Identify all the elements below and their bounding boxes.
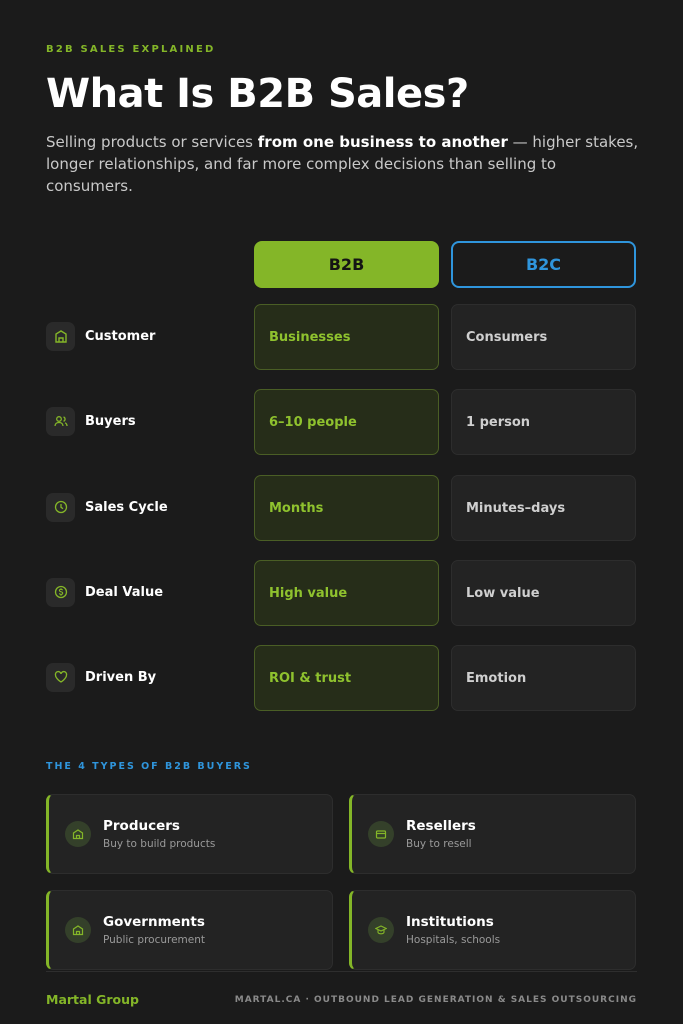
row-label-text: Customer [85, 328, 156, 344]
graduation-cap-icon [368, 917, 394, 943]
row-label-sales-cycle: Sales Cycle [46, 492, 246, 522]
card-subtitle: Public procurement [103, 934, 206, 946]
buyer-type-card-governments: Governments Public procurement [46, 890, 333, 970]
coin-icon [46, 577, 75, 607]
brand-name: Martal Group [46, 992, 139, 1007]
row-label-driven-by: Driven By [46, 662, 246, 692]
row-label-text: Driven By [85, 669, 157, 685]
page-title: What Is B2B Sales? [46, 71, 469, 117]
row-label-customer: Customer [46, 321, 246, 351]
footer-tagline: MARTAL.CA · OUTBOUND LEAD GENERATION & S… [234, 995, 637, 1005]
cell-b2c-sales-cycle: Minutes–days [451, 475, 636, 541]
cell-b2c-deal-value: Low value [451, 560, 636, 626]
card-title: Producers [103, 818, 180, 834]
government-icon [65, 917, 91, 943]
card-title: Resellers [406, 818, 476, 834]
cell-b2b-driven-by: ROI & trust [254, 645, 439, 711]
cell-b2c-buyers: 1 person [451, 389, 636, 455]
card-subtitle: Buy to resell [406, 838, 472, 850]
card-title: Governments [103, 914, 205, 930]
cell-b2c-driven-by: Emotion [451, 645, 636, 711]
building-icon [46, 321, 75, 351]
heart-icon [46, 662, 75, 692]
cell-b2c-customer: Consumers [451, 304, 636, 370]
row-label-text: Sales Cycle [85, 499, 168, 515]
types-heading: THE 4 TYPES OF B2B BUYERS [46, 761, 252, 772]
row-label-buyers: Buyers [46, 406, 246, 436]
column-header-b2c: B2C [451, 241, 636, 288]
column-header-b2b: B2B [254, 241, 439, 288]
subtitle-bold: from one business to another [257, 133, 508, 151]
card-title: Institutions [406, 914, 494, 930]
card-subtitle: Buy to build products [103, 838, 216, 850]
cell-b2b-sales-cycle: Months [254, 475, 439, 541]
cell-b2b-deal-value: High value [254, 560, 439, 626]
subtitle-pre: Selling products or services [46, 133, 258, 151]
card-subtitle: Hospitals, schools [406, 934, 501, 946]
footer-divider [46, 971, 637, 972]
eyebrow: B2B SALES EXPLAINED [46, 44, 216, 55]
buyer-type-card-institutions: Institutions Hospitals, schools [349, 890, 636, 970]
cell-b2b-buyers: 6–10 people [254, 389, 439, 455]
row-label-text: Deal Value [85, 584, 164, 600]
users-icon [46, 406, 75, 436]
factory-icon [65, 821, 91, 847]
row-label-text: Buyers [85, 413, 136, 429]
row-label-deal-value: Deal Value [46, 577, 246, 607]
buyer-type-card-resellers: Resellers Buy to resell [349, 794, 636, 874]
store-icon [368, 821, 394, 847]
subtitle: Selling products or services from one bu… [46, 131, 646, 197]
buyer-type-card-producers: Producers Buy to build products [46, 794, 333, 874]
clock-icon [46, 492, 75, 522]
cell-b2b-customer: Businesses [254, 304, 439, 370]
